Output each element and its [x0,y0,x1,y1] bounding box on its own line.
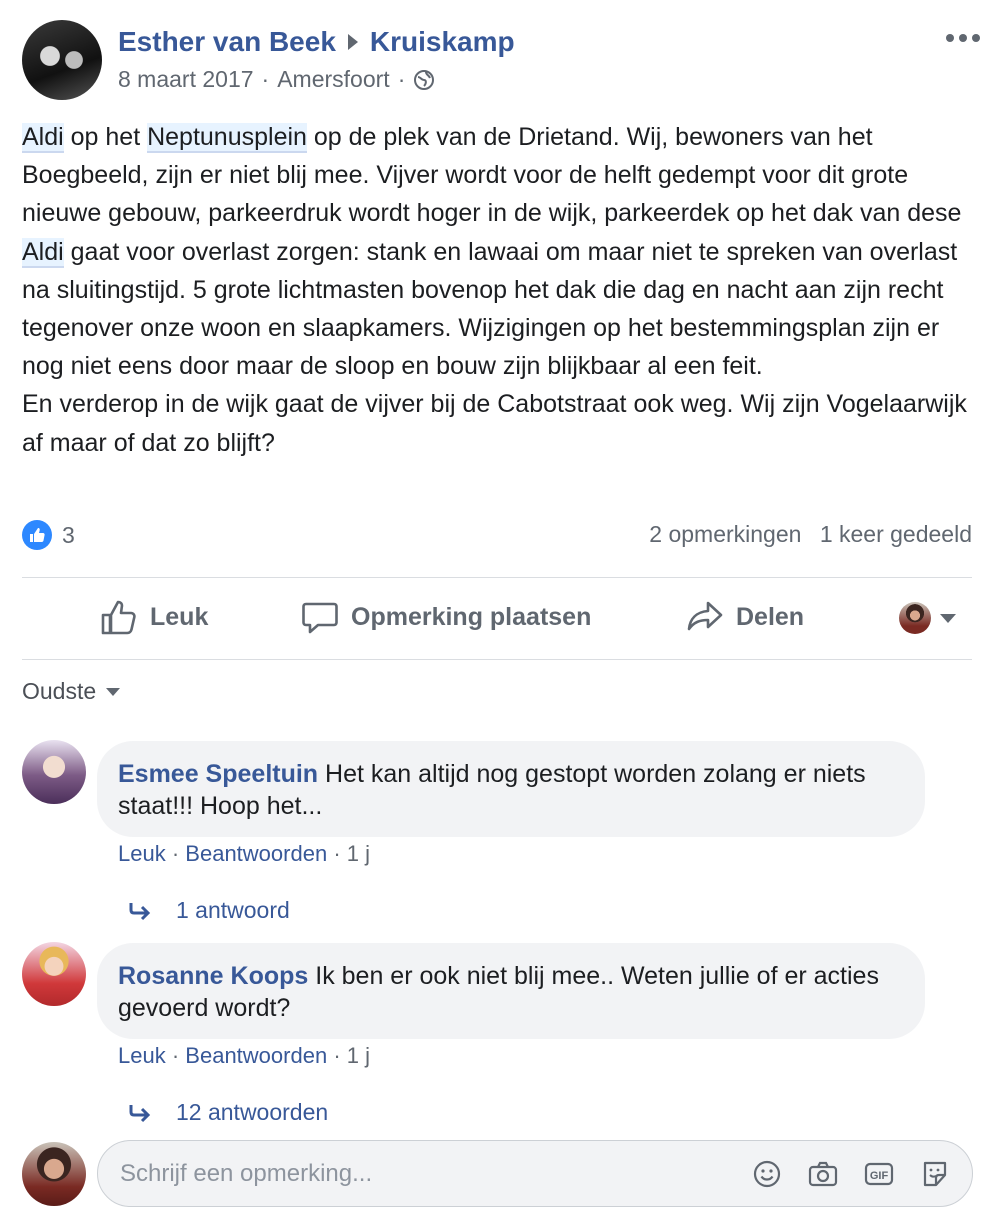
author-avatar[interactable] [22,20,102,100]
comment-input[interactable]: Schrijf een opmerking... GIF [97,1140,973,1207]
post-text-segment: op het [63,123,148,151]
replies-count: 12 antwoorden [176,1099,329,1125]
comment-bubble: Esmee Speeltuin Het kan altijd nog gesto… [97,741,925,837]
engagement-counts: 2 opmerkingen 1 keer gedeeld [649,521,972,548]
share-button[interactable]: Delen [686,598,804,636]
like-button[interactable]: Leuk [100,598,208,636]
post-location[interactable]: Amersfoort [277,66,389,93]
current-user-avatar[interactable] [22,1142,86,1206]
separator: · [171,841,186,866]
author-name[interactable]: Esther van Beek [118,26,336,58]
view-replies-link[interactable]: 1 antwoord [128,897,290,924]
commenter-avatar[interactable] [22,942,86,1006]
comment-reply-link[interactable]: Beantwoorden [185,841,327,866]
comment-icon [302,602,338,634]
comment-time[interactable]: 1 j [347,1043,370,1068]
sort-label: Oudste [22,678,97,704]
comment-placeholder: Schrijf een opmerking... [120,1160,373,1187]
shares-count[interactable]: 1 keer gedeeld [820,521,972,547]
comment-label: Opmerking plaatsen [351,602,592,631]
chevron-down-icon[interactable] [940,614,956,623]
meta-separator: · [261,66,270,92]
tagged-entity[interactable]: Aldi [22,123,64,153]
commenter-name[interactable]: Rosanne Koops [118,962,308,990]
chevron-down-icon [106,687,121,696]
like-icon [22,520,52,550]
comment-actions: Leuk · Beantwoorden · 1 j [118,1043,370,1069]
globe-icon[interactable] [413,69,435,91]
sticker-icon[interactable] [918,1157,952,1191]
post-header: Esther van Beek Kruiskamp [118,26,515,58]
reply-arrow-icon [129,1104,151,1122]
divider [22,659,972,660]
composer-tools: GIF [750,1157,952,1191]
group-name[interactable]: Kruiskamp [370,26,515,58]
commenter-name[interactable]: Esmee Speeltuin [118,760,318,788]
like-label: Leuk [150,602,209,631]
post-text: Aldi op het Neptunusplein op de plek van… [22,118,982,462]
comment-button[interactable]: Opmerking plaatsen [301,598,591,636]
post-text-segment: gaat voor overlast zorgen: stank en lawa… [22,237,967,457]
comment-like-link[interactable]: Leuk [118,1043,166,1068]
triangle-right-icon [347,34,358,50]
view-replies-link[interactable]: 12 antwoorden [128,1099,328,1126]
reply-arrow-icon [129,902,151,920]
tagged-entity[interactable]: Aldi [22,237,64,268]
post-date[interactable]: 8 maart 2017 [118,66,254,93]
separator: · [171,1043,186,1068]
post-meta: 8 maart 2017 · Amersfoort · [118,66,435,93]
like-count: 3 [62,521,75,548]
comment-sort-dropdown[interactable]: Oudste [22,678,121,705]
meta-separator: · [397,66,406,92]
comments-count[interactable]: 2 opmerkingen [649,521,801,547]
emoji-icon[interactable] [750,1157,784,1191]
separator: · [333,841,347,866]
share-icon [687,601,723,631]
audience-avatar[interactable] [899,602,931,634]
comment-actions: Leuk · Beantwoorden · 1 j [118,841,370,867]
comment-time[interactable]: 1 j [347,841,370,866]
share-label: Delen [736,602,805,631]
separator: · [333,1043,347,1068]
comment-bubble: Rosanne Koops Ik ben er ook niet blij me… [97,943,925,1039]
divider [22,577,972,578]
camera-icon[interactable] [806,1157,840,1191]
thumbs-up-icon [101,600,136,635]
svg-text:GIF: GIF [870,1170,889,1182]
tagged-entity[interactable]: Neptunusplein [147,123,307,153]
gif-icon[interactable]: GIF [862,1157,896,1191]
more-icon[interactable] [946,34,980,44]
comment-reply-link[interactable]: Beantwoorden [185,1043,327,1068]
commenter-avatar[interactable] [22,740,86,804]
reaction-summary[interactable]: 3 [22,520,75,550]
replies-count: 1 antwoord [176,897,290,923]
comment-like-link[interactable]: Leuk [118,841,166,866]
